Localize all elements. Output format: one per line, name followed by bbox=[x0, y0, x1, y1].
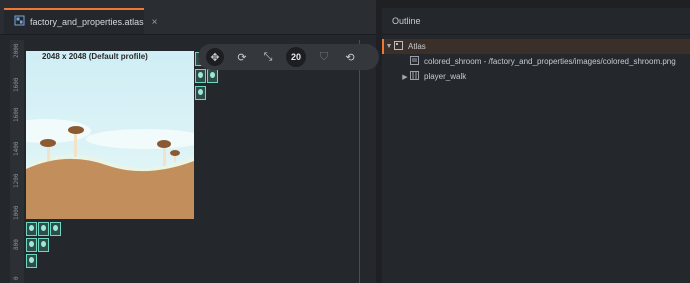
vertical-ruler: 2000 1600 1600 1400 1200 1000 800 0 bbox=[10, 40, 25, 283]
sprite-frame[interactable] bbox=[195, 86, 206, 100]
sprite-frame[interactable] bbox=[38, 222, 49, 236]
tab-atlas-file[interactable]: factory_and_properties.atlas × bbox=[4, 8, 157, 34]
ruler-tick: 1000 bbox=[13, 205, 20, 220]
atlas-icon bbox=[394, 41, 403, 52]
animation-icon bbox=[410, 71, 419, 82]
outline-item-label: Atlas bbox=[408, 42, 426, 51]
outline-item-animation[interactable]: ▶ player_walk bbox=[382, 69, 690, 84]
caret-down-icon[interactable]: ▼ bbox=[384, 43, 394, 50]
sprite-frame[interactable] bbox=[26, 222, 37, 236]
scale-icon: ⤡ bbox=[263, 50, 273, 63]
outline-title: Outline bbox=[382, 8, 690, 35]
sprite-frame[interactable] bbox=[26, 238, 37, 252]
tab-label: factory_and_properties.atlas bbox=[30, 17, 144, 27]
camera-icon: ⟲ bbox=[345, 51, 355, 64]
scene-toolbar: ✥ ⟳ ⤡ 20 ⛉ ⟲ bbox=[198, 44, 379, 70]
atlas-image bbox=[26, 51, 194, 219]
move-icon: ✥ bbox=[210, 51, 220, 64]
rotate-tool-button[interactable]: ⟳ bbox=[234, 49, 250, 65]
rotate-icon: ⟳ bbox=[237, 51, 247, 64]
ruler-tick: 1400 bbox=[13, 141, 20, 156]
ruler-tick: 800 bbox=[13, 239, 20, 250]
camera-view-button[interactable]: ⟲ bbox=[342, 49, 358, 65]
outline-item-image[interactable]: colored_shroom - /factory_and_properties… bbox=[382, 54, 690, 69]
atlas-size-label: 2048 x 2048 (Default profile) bbox=[42, 52, 148, 61]
ruler-tick: 0 bbox=[13, 276, 20, 280]
sprite-frame[interactable] bbox=[50, 222, 61, 236]
outline-panel: Outline ▼ Atlas colored_shroom - /factor… bbox=[382, 8, 690, 283]
shield-icon: ⛉ bbox=[319, 50, 329, 63]
ruler-tick: 1600 bbox=[13, 77, 20, 92]
sprite-frame[interactable] bbox=[38, 238, 49, 252]
scale-tool-button[interactable]: ⤡ bbox=[260, 49, 276, 65]
tab-bar: factory_and_properties.atlas × bbox=[0, 0, 376, 35]
caret-right-icon[interactable]: ▶ bbox=[400, 73, 410, 81]
ruler-tick: 2000 bbox=[13, 43, 20, 58]
outline-item-label: player_walk bbox=[424, 72, 467, 81]
sprite-frame[interactable] bbox=[207, 69, 218, 83]
ruler-tick: 1600 bbox=[13, 107, 20, 122]
sprite-frame[interactable] bbox=[26, 254, 37, 268]
outline-item-label: colored_shroom - /factory_and_properties… bbox=[424, 57, 676, 66]
grid-size-button[interactable]: 20 bbox=[286, 47, 306, 67]
sprite-frame[interactable] bbox=[195, 69, 206, 83]
outline-item-atlas[interactable]: ▼ Atlas bbox=[382, 39, 690, 54]
close-icon[interactable]: × bbox=[152, 17, 158, 28]
canvas-boundary-line bbox=[359, 40, 360, 283]
shield-tool-button[interactable]: ⛉ bbox=[316, 49, 332, 65]
ruler-tick: 1200 bbox=[13, 173, 20, 188]
atlas-file-icon bbox=[14, 13, 25, 31]
image-icon bbox=[410, 56, 419, 67]
move-tool-button[interactable]: ✥ bbox=[206, 48, 224, 66]
editor-panel: factory_and_properties.atlas × 2000 1600… bbox=[0, 0, 379, 283]
